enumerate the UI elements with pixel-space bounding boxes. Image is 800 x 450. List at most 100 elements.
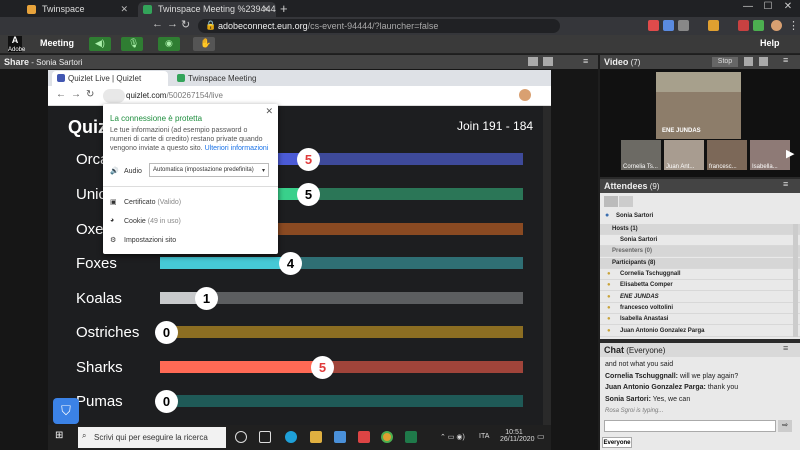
- taskbar-clock[interactable]: 10:51 26/11/2020: [500, 429, 535, 443]
- windows-start-icon[interactable]: ⊞: [55, 430, 63, 441]
- send-message-icon[interactable]: ⇨: [778, 420, 792, 432]
- video-thumbnail[interactable]: Cornelia Ts...: [621, 140, 661, 170]
- url-field[interactable]: adobeconnect.eun.org/cs-event-94444/?lau…: [198, 19, 560, 33]
- video-thumbnail[interactable]: Isabella...: [750, 140, 790, 170]
- store-icon[interactable]: [334, 431, 346, 443]
- lock-icon[interactable]: 🔒: [205, 20, 216, 31]
- speaker-icon[interactable]: ◀): [89, 37, 111, 51]
- cortana-icon[interactable]: [235, 431, 247, 443]
- browser-tab-twinspace[interactable]: Twinspace ✕: [22, 2, 134, 17]
- back-icon[interactable]: ←: [152, 18, 163, 30]
- pod-menu-icon[interactable]: ≡: [583, 56, 588, 66]
- popup-learn-more-link[interactable]: Ulteriori informazioni: [205, 145, 269, 152]
- chat-message: Juan Antonio Gonzalez Parga: thank you: [605, 384, 738, 391]
- stop-video-button[interactable]: Stop: [712, 57, 738, 67]
- attendee-row[interactable]: ● ENE JUNDAS: [600, 292, 800, 303]
- quizlet-favicon-icon: [57, 74, 65, 82]
- inner-tab-meeting[interactable]: Twinspace Meeting %2394444: [172, 71, 292, 98]
- site-settings-link[interactable]: Impostazioni sito: [124, 237, 176, 244]
- main-video-feed[interactable]: ENE JUNDAS: [656, 72, 741, 139]
- attendees-title: Attendees: [604, 181, 648, 191]
- hosts-section[interactable]: Hosts (1): [600, 224, 800, 235]
- presenters-section[interactable]: Presenters (0): [600, 246, 800, 257]
- attendee-row[interactable]: ● Elisabetta Comper: [600, 280, 800, 292]
- video-thumbnail[interactable]: francesc...: [707, 140, 747, 170]
- breakout-view-icon[interactable]: [619, 196, 633, 207]
- inner-avatar-icon[interactable]: [519, 89, 531, 101]
- extension-icon[interactable]: [738, 20, 749, 31]
- task-view-icon[interactable]: [259, 431, 271, 443]
- microphone-icon[interactable]: 🎙: [121, 37, 143, 51]
- tray-icons[interactable]: ⌃ ▭ ◉): [440, 433, 465, 441]
- fullscreen-icon[interactable]: [528, 57, 538, 66]
- team-name: Koalas: [76, 290, 122, 307]
- attendee-row[interactable]: ● Cornelia Tschuggnall: [600, 269, 800, 280]
- file-explorer-icon[interactable]: [310, 431, 322, 443]
- inner-scrollbar[interactable]: [543, 106, 551, 425]
- team-name: Sharks: [76, 359, 123, 376]
- extension-icon[interactable]: [663, 20, 674, 31]
- attendee-name: Isabella Anastasi: [620, 316, 669, 323]
- video-layout-icon[interactable]: [744, 57, 753, 66]
- inner-back-icon[interactable]: ←: [56, 89, 66, 100]
- pod-menu-icon[interactable]: ≡: [783, 55, 788, 65]
- close-tab-icon[interactable]: ✕: [120, 2, 128, 17]
- profile-avatar-icon[interactable]: [771, 20, 782, 31]
- video-fullscreen-icon[interactable]: [759, 57, 768, 66]
- pod-menu-icon[interactable]: ≡: [783, 343, 788, 353]
- attendees-scrollbar[interactable]: [793, 224, 798, 337]
- cookies-count: (49 in uso): [147, 218, 181, 225]
- participants-section[interactable]: Participants (8): [600, 258, 800, 269]
- video-thumbnail[interactable]: Juan Ant...: [664, 140, 704, 170]
- extension-icon[interactable]: [753, 20, 764, 31]
- browser-menu-icon[interactable]: ⋮: [788, 19, 799, 32]
- chrome-icon[interactable]: [381, 431, 393, 443]
- chat-text: thank you: [705, 384, 739, 391]
- taskbar-search-box[interactable]: Scrivi qui per eseguire la ricerca: [78, 427, 226, 448]
- language-indicator[interactable]: ITA: [479, 433, 489, 440]
- reload-icon[interactable]: ↻: [181, 18, 190, 31]
- user-icon: ●: [607, 271, 611, 277]
- pod-menu-icon[interactable]: ≡: [783, 179, 788, 189]
- attendee-row[interactable]: ● francesco voltolini: [600, 303, 800, 314]
- inner-tab-quizlet[interactable]: Quizlet Live | Quizlet: [52, 71, 168, 86]
- attendee-row[interactable]: ● Juan Antonio Gonzalez Parga: [600, 326, 800, 337]
- edge-icon[interactable]: [285, 431, 297, 443]
- webcam-icon[interactable]: ◉: [158, 37, 180, 51]
- fit-width-icon[interactable]: [543, 57, 553, 66]
- close-tab-icon[interactable]: ✕: [262, 2, 270, 17]
- help-menu[interactable]: Help: [760, 38, 780, 48]
- excel-icon[interactable]: [405, 431, 417, 443]
- close-popup-icon[interactable]: ✕: [265, 106, 273, 117]
- extension-icon[interactable]: [708, 20, 719, 31]
- shield-icon[interactable]: ⛉: [53, 398, 79, 424]
- attendee-row[interactable]: ● Isabella Anastasi: [600, 314, 800, 326]
- notification-icon[interactable]: ▭: [537, 432, 545, 441]
- inner-url-field[interactable]: quizlet.com/500267154/live: [126, 91, 223, 100]
- window-minimize-button[interactable]: —: [738, 1, 758, 12]
- extension-icon[interactable]: [648, 20, 659, 31]
- raise-hand-icon[interactable]: ✋: [193, 37, 215, 51]
- team-name: Pumas: [76, 393, 123, 410]
- current-user-row[interactable]: Sonia Sartori: [600, 211, 800, 222]
- forward-icon[interactable]: →: [167, 18, 178, 30]
- certificate-row[interactable]: Certificato (Valido): [124, 199, 181, 206]
- team-progress-bar: [160, 361, 323, 373]
- window-maximize-button[interactable]: ☐: [758, 1, 778, 12]
- meeting-menu[interactable]: Meeting: [40, 38, 74, 48]
- inner-lock-icon[interactable]: [103, 89, 125, 103]
- extension-icon[interactable]: [678, 20, 689, 31]
- browser-tab-meeting[interactable]: Twinspace Meeting %2394444 ✕: [138, 2, 276, 17]
- audio-select[interactable]: Automatica (impostazione predefinita) ▾: [149, 163, 269, 177]
- chat-recipient-tab[interactable]: Everyone: [602, 437, 632, 448]
- inner-forward-icon[interactable]: →: [71, 89, 81, 100]
- inner-reload-icon[interactable]: ↻: [86, 89, 94, 100]
- attendee-row[interactable]: Sonia Sartori: [600, 235, 800, 246]
- new-tab-button[interactable]: +: [280, 1, 288, 16]
- cookies-row[interactable]: Cookie (49 in uso): [124, 218, 181, 225]
- chat-input[interactable]: [604, 420, 776, 432]
- window-close-button[interactable]: ✕: [778, 1, 798, 12]
- mail-icon[interactable]: [358, 431, 370, 443]
- list-view-icon[interactable]: [604, 196, 618, 207]
- video-next-arrow-icon[interactable]: ▶: [786, 147, 794, 160]
